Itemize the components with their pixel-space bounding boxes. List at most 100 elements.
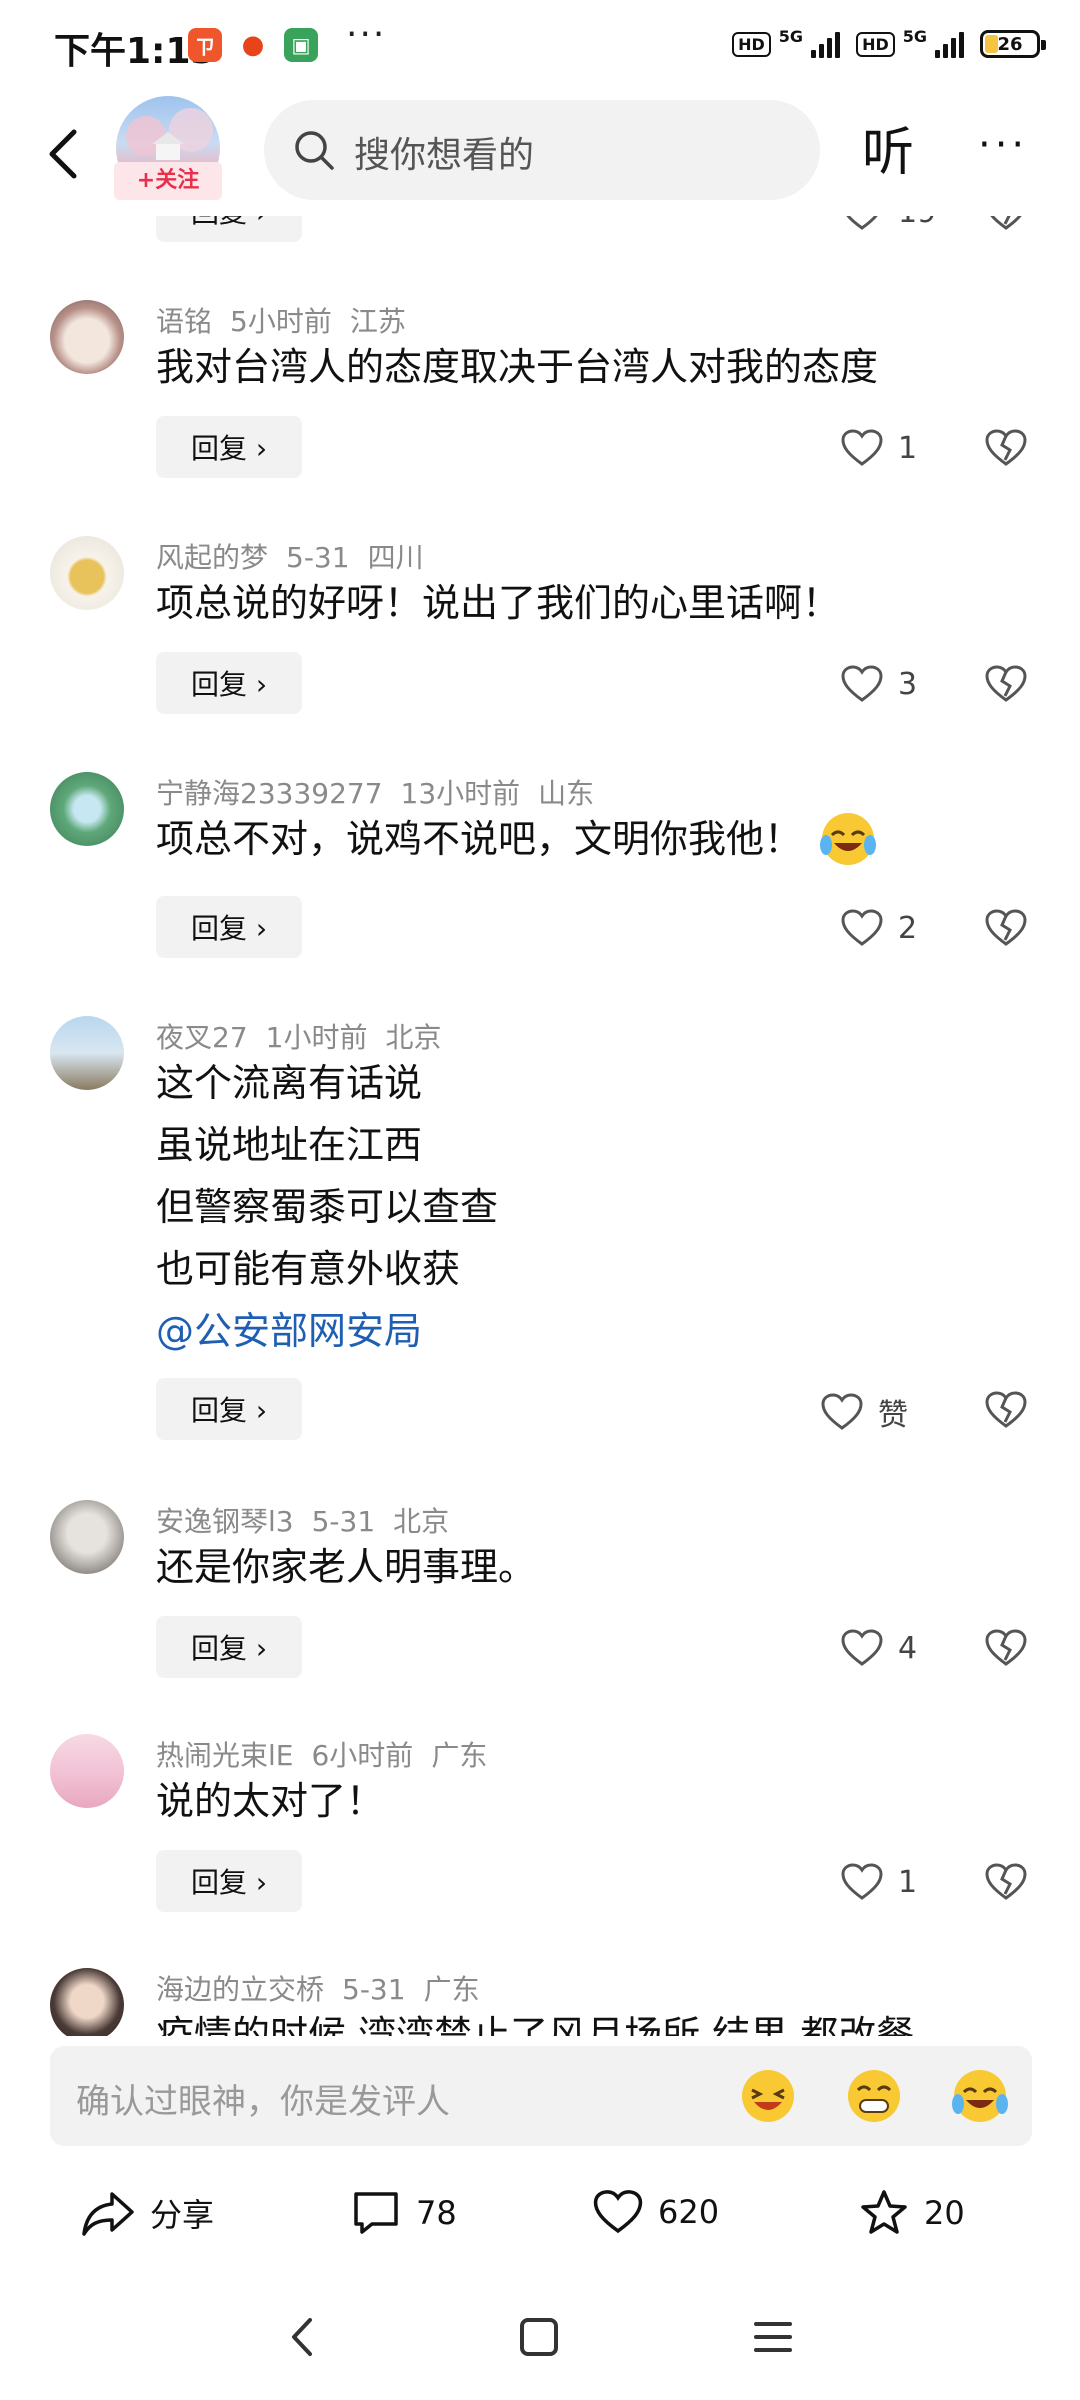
like-button[interactable]: 1 xyxy=(840,428,917,468)
comment-text: 说的太对了！ xyxy=(156,1779,385,1823)
comment-input[interactable]: 确认过眼神，你是发评人 xyxy=(50,2046,1032,2146)
username[interactable]: 夜叉27 xyxy=(156,1021,248,1054)
comment-text: 项总说的好呀！说出了我们的心里话啊！ xyxy=(156,581,841,625)
reply-button[interactable]: 回复 › xyxy=(156,1850,302,1912)
reply-button[interactable]: 回复 › xyxy=(156,1616,302,1678)
reply-button[interactable]: 回复 › xyxy=(156,652,302,714)
comment-time: 6小时前 xyxy=(311,1739,414,1772)
follow-button[interactable]: +关注 xyxy=(114,162,222,200)
system-menu-icon[interactable] xyxy=(750,2314,796,2360)
user-avatar[interactable] xyxy=(50,536,124,610)
reply-button[interactable]: 回复 › xyxy=(156,1378,302,1440)
comment-location: 北京 xyxy=(393,1505,450,1538)
share-icon xyxy=(82,2192,134,2236)
status-more-icon: ··· xyxy=(346,14,387,55)
battery-icon: 26 xyxy=(980,30,1046,58)
laughing-emoji-icon[interactable] xyxy=(738,2066,798,2126)
like-button[interactable]: 19 xyxy=(840,216,936,232)
like-button[interactable]: 3 xyxy=(840,664,917,704)
system-navigation-bar xyxy=(0,2290,1080,2400)
status-app-icons: ㄗ ● ▣ xyxy=(188,28,318,62)
reply-button[interactable]: 回复 › xyxy=(156,896,302,958)
broken-heart-icon[interactable] xyxy=(984,1862,1028,1902)
heart-icon xyxy=(841,429,883,466)
like-post-button[interactable]: 620 xyxy=(592,2188,719,2236)
like-button[interactable]: 2 xyxy=(840,908,917,948)
hd-icon: HD xyxy=(732,31,771,57)
comments-button[interactable]: 78 xyxy=(350,2188,457,2238)
search-input[interactable]: 搜你想看的 xyxy=(264,100,820,200)
user-avatar[interactable] xyxy=(50,1968,124,2036)
search-icon xyxy=(295,131,334,170)
comment-list[interactable]: 回复 › 19 语铭 5小时前江苏 我对台湾人的态度取决于台湾人对我的态度 回复 … xyxy=(0,216,1080,2036)
comment-location: 山东 xyxy=(538,777,595,810)
comment-input-placeholder: 确认过眼神，你是发评人 xyxy=(76,2082,450,2122)
reply-button[interactable]: 回复 › xyxy=(156,416,302,478)
user-avatar[interactable] xyxy=(50,1500,124,1574)
star-icon xyxy=(861,2190,907,2234)
broken-heart-icon[interactable] xyxy=(984,908,1028,948)
comment-time: 5小时前 xyxy=(230,305,332,338)
rofl-emoji-icon[interactable] xyxy=(950,2066,1010,2126)
reply-button[interactable]: 回复 › xyxy=(156,216,302,242)
heart-icon xyxy=(841,665,883,702)
search-placeholder: 搜你想看的 xyxy=(354,135,535,176)
heart-icon xyxy=(593,2190,643,2234)
broken-heart-icon[interactable] xyxy=(984,664,1028,704)
mention-link[interactable]: @公安部网安局 xyxy=(156,1300,498,1362)
username[interactable]: 安逸钢琴l3 xyxy=(156,1505,294,1538)
favorites-count: 20 xyxy=(924,2194,965,2232)
comment-meta: 海边的立交桥 5-31 广东 xyxy=(156,1968,498,2008)
heart-icon xyxy=(841,909,883,946)
like-count: 19 xyxy=(898,216,936,230)
comment-time: 5-31 xyxy=(342,1973,406,2006)
user-avatar[interactable] xyxy=(50,1734,124,1808)
comment-meta: 安逸钢琴l3 5-31 北京 xyxy=(156,1500,467,1540)
broken-heart-icon[interactable] xyxy=(984,1628,1028,1668)
comment-icon xyxy=(354,2192,398,2234)
bottom-action-bar: 分享 78 620 20 xyxy=(0,2170,1080,2260)
share-label: 分享 xyxy=(150,2196,215,2234)
comment-location: 四川 xyxy=(367,541,424,574)
user-avatar[interactable] xyxy=(50,772,124,846)
network-type-2: 5G xyxy=(902,26,927,46)
comment-time: 5-31 xyxy=(286,541,350,574)
heart-icon xyxy=(821,1393,863,1430)
share-button[interactable]: 分享 xyxy=(80,2188,214,2238)
grinning-emoji-icon[interactable] xyxy=(844,2066,904,2126)
broken-heart-icon[interactable] xyxy=(984,428,1028,468)
user-avatar[interactable] xyxy=(50,1016,124,1090)
broken-heart-icon[interactable] xyxy=(984,1390,1028,1430)
comments-count: 78 xyxy=(416,2194,457,2232)
user-avatar[interactable] xyxy=(50,300,124,374)
like-button[interactable]: 4 xyxy=(840,1628,917,1668)
username[interactable]: 语铭 xyxy=(156,305,212,338)
like-button[interactable]: 赞 xyxy=(820,1390,908,1434)
status-bar: 下午1:13 ㄗ ● ▣ ··· HD 5G HD 5G 26 xyxy=(0,0,1080,96)
username[interactable]: 风起的梦 xyxy=(156,541,268,574)
weibo-notification-icon: ● xyxy=(236,28,270,62)
app-notification-icon: ㄗ xyxy=(188,28,222,62)
like-button[interactable]: 1 xyxy=(840,1862,917,1902)
favorite-button[interactable]: 20 xyxy=(858,2188,965,2238)
system-back-icon[interactable] xyxy=(282,2312,322,2362)
like-count: 1 xyxy=(898,430,918,466)
battery-level: 26 xyxy=(997,33,1023,55)
comment-time: 5-31 xyxy=(311,1505,376,1538)
game-notification-icon: ▣ xyxy=(284,28,318,62)
username[interactable]: 宁静海23339277 xyxy=(156,777,383,810)
comment-text: 项总不对，说鸡不说吧，文明你我他！ xyxy=(156,808,878,870)
comment-meta: 风起的梦 5-31 四川 xyxy=(156,536,442,576)
username[interactable]: 热闹光束lE xyxy=(156,1739,293,1772)
comment-meta: 宁静海23339277 13小时前 山东 xyxy=(156,772,612,812)
system-home-icon[interactable] xyxy=(516,2314,562,2360)
heart-icon xyxy=(846,216,878,230)
more-options-button[interactable]: ··· xyxy=(978,122,1028,168)
signal-icon xyxy=(811,30,841,58)
like-count: 1 xyxy=(898,1864,918,1900)
broken-heart-icon[interactable] xyxy=(984,216,1028,232)
back-button[interactable] xyxy=(40,118,90,188)
comment-location: 江苏 xyxy=(349,305,406,338)
listen-button[interactable]: 听 xyxy=(862,110,914,185)
username[interactable]: 海边的立交桥 xyxy=(156,1973,324,2006)
